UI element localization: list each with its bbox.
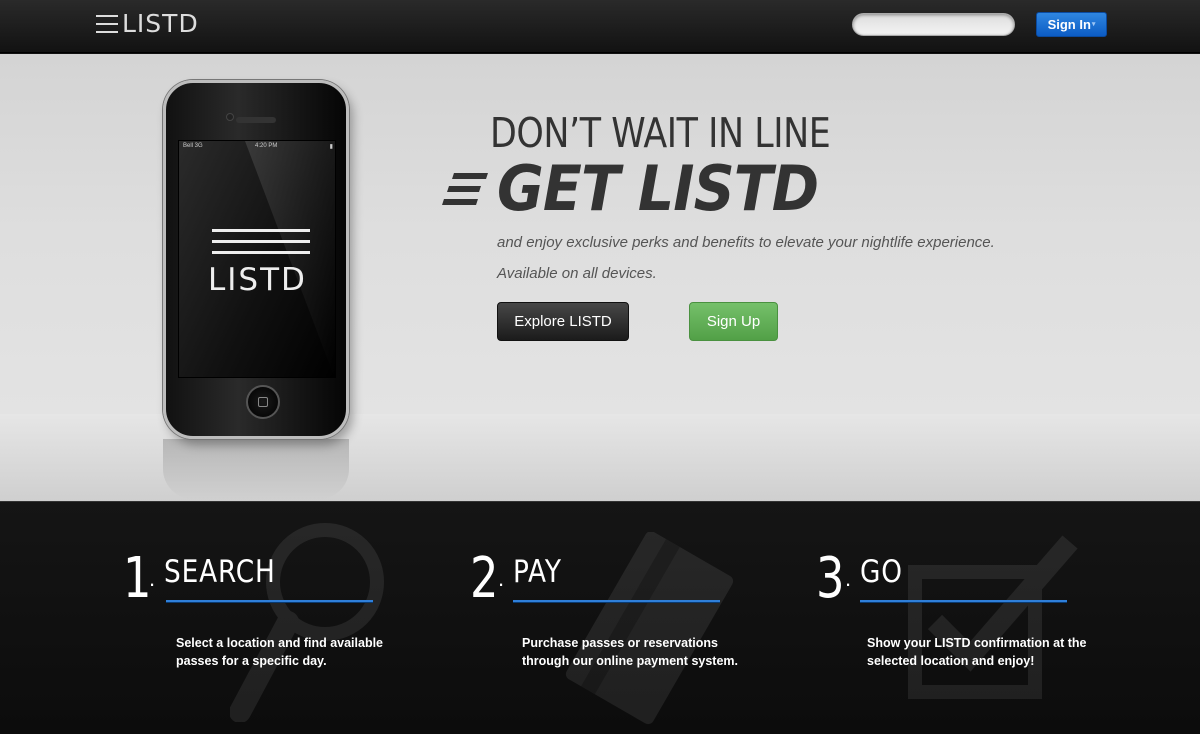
steps-section: 1 . SEARCH Select a location and find av…: [0, 501, 1200, 734]
explore-button[interactable]: Explore LISTD: [497, 302, 629, 341]
hero-title-brand: GET LISTD: [442, 152, 846, 225]
step-description: Show your LISTD confirmation at the sele…: [867, 636, 1087, 668]
step-description: Purchase passes or reservations through …: [522, 636, 738, 668]
sign-in-button[interactable]: Sign In▾: [1036, 12, 1107, 37]
phone-screen: Bell 3G 4:20 PM ▮ LISTD: [178, 140, 337, 379]
step-dot: .: [845, 566, 852, 591]
phone-time: 4:20 PM: [255, 143, 278, 149]
phone-carrier: Bell 3G: [183, 143, 203, 149]
step-divider: [513, 600, 720, 602]
phone-screen-logo-text: LISTD: [208, 262, 307, 298]
logo[interactable]: LISTD: [96, 9, 199, 38]
credit-card-icon: [565, 532, 734, 725]
phone-camera-icon: [226, 113, 234, 121]
step-dot: .: [149, 566, 156, 591]
battery-icon: ▮: [329, 144, 333, 150]
logo-text: LISTD: [122, 9, 199, 38]
step-dot: .: [498, 566, 505, 591]
step-description: Select a location and find available pas…: [176, 636, 384, 668]
hero-availability: Available on all devices.: [497, 265, 657, 282]
step-divider: [860, 600, 1067, 602]
phone-image: Bell 3G 4:20 PM ▮ LISTD: [163, 80, 349, 439]
hero-subtitle: and enjoy exclusive perks and benefits t…: [497, 234, 995, 251]
step-pay: 2 . PAY Purchase passes or reservations …: [467, 502, 767, 734]
menu-bars-icon: [96, 14, 118, 34]
phone-reflection: [163, 439, 349, 499]
home-button-icon: [246, 385, 280, 419]
sign-up-button[interactable]: Sign Up: [689, 302, 778, 341]
step-go: 3 . GO Show your LISTD confirmation at t…: [815, 502, 1115, 734]
hero-section: Bell 3G 4:20 PM ▮ LISTD DON’T WAIT IN LI…: [0, 54, 1200, 501]
step-number: 1: [123, 546, 152, 611]
step-number: 3: [816, 546, 845, 611]
hero-title-brand-text: GET LISTD: [497, 152, 819, 225]
search-input[interactable]: [852, 13, 1015, 36]
menu-bars-icon: [442, 167, 497, 211]
step-number: 2: [470, 546, 499, 611]
step-title: SEARCH: [164, 554, 276, 590]
step-search: 1 . SEARCH Select a location and find av…: [120, 502, 420, 734]
phone-speaker: [236, 117, 276, 123]
checkbox-icon: [908, 535, 1078, 699]
step-title: GO: [860, 554, 903, 590]
sign-in-label: Sign In: [1047, 17, 1091, 32]
phone-status-bar: Bell 3G 4:20 PM ▮: [179, 141, 337, 153]
hero-title: DON’T WAIT IN LINE: [490, 109, 831, 157]
phone-screen-logo: LISTD: [208, 229, 312, 298]
navbar: LISTD Sign In▾: [0, 0, 1200, 53]
step-title: PAY: [513, 554, 562, 590]
caret-down-icon: ▾: [1091, 21, 1096, 28]
step-divider: [166, 600, 373, 602]
magnifier-icon: [230, 523, 384, 722]
